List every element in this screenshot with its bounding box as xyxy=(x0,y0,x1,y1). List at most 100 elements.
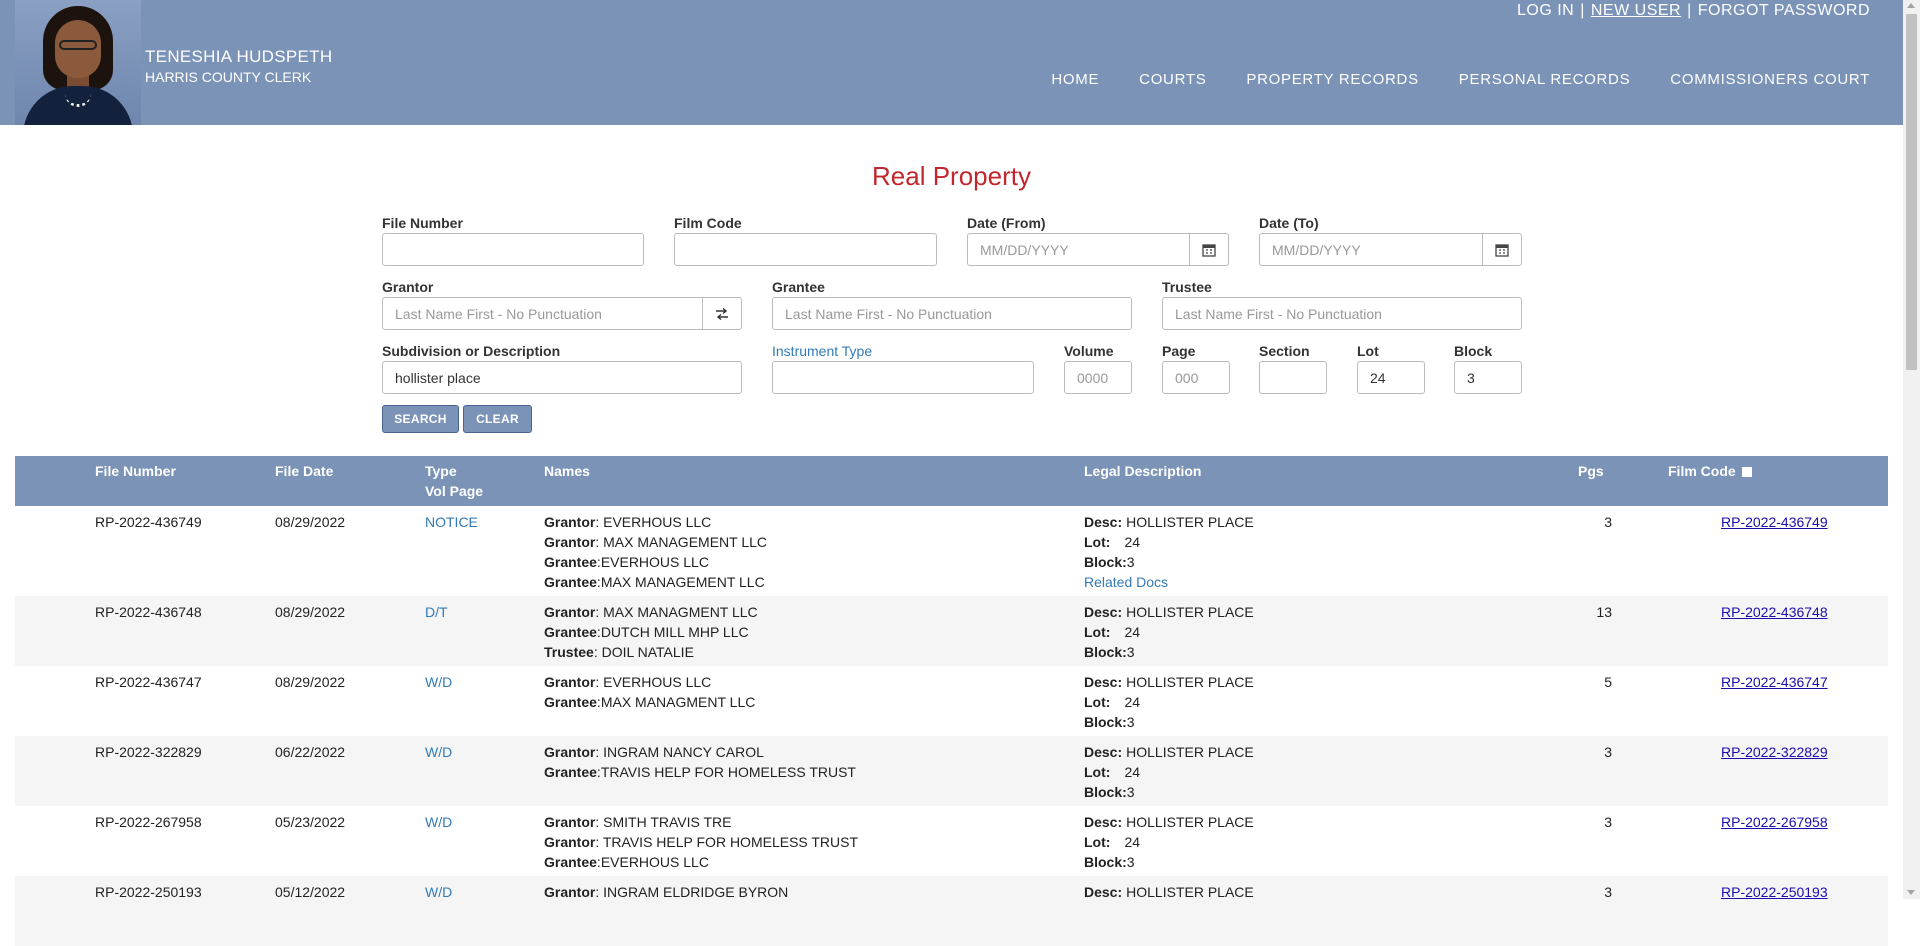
select-all-checkbox[interactable] xyxy=(1741,467,1752,478)
names-cell: Grantor: EVERHOUS LLC Grantee:MAX MANAGME… xyxy=(544,672,755,712)
type-link[interactable]: W/D xyxy=(425,742,452,762)
section-input[interactable] xyxy=(1259,361,1327,394)
type-link[interactable]: W/D xyxy=(425,812,452,832)
legal-block: Block:3 xyxy=(1084,852,1254,872)
table-row: RP-2022-322829 06/22/2022 W/D Grantor: INGR… xyxy=(15,736,1888,806)
file-number-input[interactable] xyxy=(382,233,644,266)
legal-desc-value: HOLLISTER PLACE xyxy=(1126,514,1254,530)
party-name: INGRAM NANCY CAROL xyxy=(603,744,764,760)
type-link[interactable]: NOTICE xyxy=(425,512,478,532)
film-code-link[interactable]: RP-2022-436748 xyxy=(1721,602,1828,622)
party-line: Grantor: EVERHOUS LLC xyxy=(544,672,755,692)
legal-block-label: Block: xyxy=(1084,554,1127,570)
party-name: MAX MANAGEMENT LLC xyxy=(600,574,765,590)
main-nav: HOME COURTS PROPERTY RECORDS PERSONAL RE… xyxy=(1051,71,1870,88)
party-name: INGRAM ELDRIDGE BYRON xyxy=(603,884,789,900)
nav-home[interactable]: HOME xyxy=(1051,71,1099,88)
scroll-up-icon[interactable] xyxy=(1907,3,1915,8)
calendar-icon xyxy=(1202,243,1216,257)
scroll-thumb[interactable] xyxy=(1906,14,1917,370)
new-user-link[interactable]: NEW USER xyxy=(1591,2,1681,19)
clerk-title: HARRIS COUNTY CLERK xyxy=(145,69,312,85)
instrument-type-input[interactable] xyxy=(772,361,1034,394)
party-line: Grantee:MAX MANAGEMENT LLC xyxy=(544,572,767,592)
login-link[interactable]: LOG IN xyxy=(1517,2,1574,19)
party-role: Grantor xyxy=(544,604,596,620)
table-row: RP-2022-436748 08/29/2022 D/T Grantor: MAX … xyxy=(15,596,1888,666)
legal-lot: Lot: 24 xyxy=(1084,622,1254,642)
file-number-cell: RP-2022-322829 xyxy=(95,744,202,760)
instrument-type-link[interactable]: Instrument Type xyxy=(772,343,872,359)
forgot-password-link[interactable]: FORGOT PASSWORD xyxy=(1698,2,1870,19)
legal-desc-value: HOLLISTER PLACE xyxy=(1126,604,1254,620)
grantor-input[interactable]: Last Name First - No Punctuation xyxy=(382,297,703,330)
date-to-calendar-button[interactable] xyxy=(1482,233,1522,266)
block-input[interactable]: 3 xyxy=(1454,361,1522,394)
lot-label: Lot xyxy=(1357,343,1379,359)
swap-names-button[interactable] xyxy=(702,297,742,330)
scroll-down-icon[interactable] xyxy=(1907,890,1915,895)
nav-commissioners-court[interactable]: COMMISSIONERS COURT xyxy=(1670,71,1870,88)
nav-property-records[interactable]: PROPERTY RECORDS xyxy=(1246,71,1418,88)
file-number-label: File Number xyxy=(382,215,463,231)
legal-desc: Desc: HOLLISTER PLACE xyxy=(1084,812,1254,832)
grantee-input[interactable]: Last Name First - No Punctuation xyxy=(772,297,1132,330)
results-table-header: File Number File Date Type Vol Page Name… xyxy=(15,456,1888,506)
type-link[interactable]: W/D xyxy=(425,672,452,692)
file-date-cell: 05/23/2022 xyxy=(275,814,346,830)
clear-button[interactable]: CLEAR xyxy=(463,405,532,433)
party-line: Grantee:EVERHOUS LLC xyxy=(544,552,767,572)
date-to-input[interactable]: MM/DD/YYYY xyxy=(1259,233,1483,266)
party-line: Grantee:DUTCH MILL MHP LLC xyxy=(544,622,758,642)
party-separator: : xyxy=(595,744,604,760)
type-link[interactable]: W/D xyxy=(425,882,452,902)
party-name: EVERHOUS LLC xyxy=(600,854,709,870)
party-line: Grantor: SMITH TRAVIS TRE xyxy=(544,812,858,832)
page-input[interactable]: 000 xyxy=(1162,361,1230,394)
party-name: EVERHOUS LLC xyxy=(600,554,709,570)
party-name: MAX MANAGMENT LLC xyxy=(603,604,758,620)
volume-label: Volume xyxy=(1064,343,1114,359)
file-number-cell: RP-2022-436747 xyxy=(95,674,202,690)
party-line: Grantor: MAX MANAGMENT LLC xyxy=(544,602,758,622)
names-cell: Grantor: INGRAM ELDRIDGE BYRON xyxy=(544,882,788,902)
table-row: RP-2022-436747 08/29/2022 W/D Grantor: EVER… xyxy=(15,666,1888,736)
lot-input[interactable]: 24 xyxy=(1357,361,1425,394)
file-number-cell: RP-2022-436749 xyxy=(95,514,202,530)
volume-input[interactable]: 0000 xyxy=(1064,361,1132,394)
page-title: Real Property xyxy=(872,161,1031,191)
party-separator: : xyxy=(595,534,604,550)
nav-courts[interactable]: COURTS xyxy=(1139,71,1206,88)
subdivision-input[interactable]: hollister place xyxy=(382,361,742,394)
film-code-input[interactable] xyxy=(674,233,937,266)
film-code-link[interactable]: RP-2022-250193 xyxy=(1721,882,1828,902)
file-number-cell: RP-2022-267958 xyxy=(95,814,202,830)
nav-personal-records[interactable]: PERSONAL RECORDS xyxy=(1459,71,1631,88)
search-button[interactable]: SEARCH xyxy=(382,405,459,433)
type-link[interactable]: D/T xyxy=(425,602,448,622)
party-line: Grantor: INGRAM ELDRIDGE BYRON xyxy=(544,882,788,902)
legal-desc: Desc: HOLLISTER PLACE xyxy=(1084,882,1254,902)
film-code-link[interactable]: RP-2022-436749 xyxy=(1721,512,1828,532)
party-role: Grantee xyxy=(544,694,597,710)
calendar-icon xyxy=(1495,243,1509,257)
party-name: TRAVIS HELP FOR HOMELESS TRUST xyxy=(602,834,859,850)
table-row: RP-2022-250193 05/12/2022 W/D Grantor: INGR… xyxy=(15,876,1888,946)
names-cell: Grantor: MAX MANAGMENT LLC Grantee:DUTCH … xyxy=(544,602,758,662)
film-code-link[interactable]: RP-2022-436747 xyxy=(1721,672,1828,692)
legal-block-value: 3 xyxy=(1126,554,1135,570)
file-date-cell: 08/29/2022 xyxy=(275,674,346,690)
legal-desc-label: Desc: xyxy=(1084,744,1123,760)
date-from-input[interactable]: MM/DD/YYYY xyxy=(967,233,1190,266)
party-role: Grantee xyxy=(544,854,597,870)
date-from-calendar-button[interactable] xyxy=(1189,233,1229,266)
legal-lot: Lot: 24 xyxy=(1084,532,1254,552)
legal-block: Block:3 xyxy=(1084,642,1254,662)
party-name: EVERHOUS LLC xyxy=(603,674,712,690)
party-role: Grantee xyxy=(544,574,597,590)
related-docs-link[interactable]: Related Docs xyxy=(1084,572,1254,592)
trustee-input[interactable]: Last Name First - No Punctuation xyxy=(1162,297,1522,330)
page-scrollbar[interactable] xyxy=(1903,0,1920,899)
film-code-link[interactable]: RP-2022-322829 xyxy=(1721,742,1828,762)
film-code-link[interactable]: RP-2022-267958 xyxy=(1721,812,1828,832)
